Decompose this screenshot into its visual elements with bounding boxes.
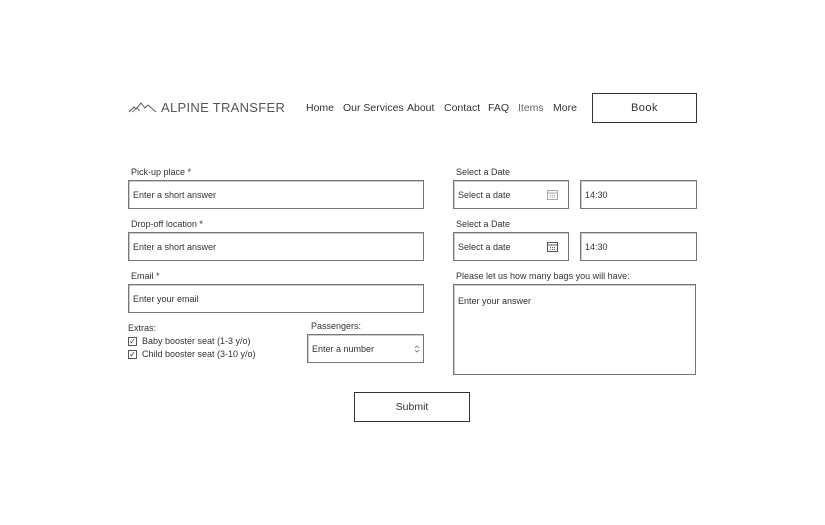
baby-seat-checkbox[interactable]: ✓ [128,337,137,346]
dropoff-label: Drop-off location * [131,219,203,229]
nav-faq[interactable]: FAQ [488,102,509,114]
passengers-label: Passengers: [311,321,362,331]
date1-placeholder: Select a date [458,189,511,200]
time1-input[interactable]: 14:30 [580,180,697,209]
nav-about[interactable]: About [407,102,434,114]
submit-button[interactable]: Submit [354,392,470,422]
stepper-arrows-icon[interactable] [414,344,420,354]
pickup-label: Pick-up place * [131,167,192,177]
dropoff-input[interactable]: Enter a short answer [128,232,424,261]
passengers-placeholder: Enter a number [312,343,375,354]
page: ALPINE TRANSFER Home Our Services About … [0,0,825,525]
time2-input[interactable]: 14:30 [580,232,697,261]
calendar-icon[interactable] [547,189,558,200]
extras-label: Extras: [128,323,157,333]
baby-seat-label[interactable]: Baby booster seat (1-3 y/o) [142,336,251,346]
book-button[interactable]: Book [592,93,697,123]
nav-home[interactable]: Home [306,102,334,114]
pickup-input[interactable]: Enter a short answer [128,180,424,209]
nav-contact[interactable]: Contact [444,102,480,114]
nav-more[interactable]: More [553,102,577,114]
mountain-logo-icon [128,102,157,113]
passengers-input[interactable]: Enter a number [307,334,424,363]
email-input[interactable]: Enter your email [128,284,424,313]
brand-name[interactable]: ALPINE TRANSFER [161,100,285,115]
email-label: Email * [131,271,160,281]
date1-label: Select a Date [456,167,511,177]
bags-label: Please let us how many bags you will hav… [456,271,630,281]
child-seat-label[interactable]: Child booster seat (3-10 y/o) [142,349,256,359]
nav-our-services[interactable]: Our Services [343,102,404,114]
date2-label: Select a Date [456,219,511,229]
calendar-icon[interactable] [547,241,558,252]
date1-input[interactable]: Select a date [453,180,569,209]
bags-textarea[interactable]: Enter your answer [453,284,696,375]
date2-input[interactable]: Select a date [453,232,569,261]
nav-items[interactable]: Items [518,102,544,114]
child-seat-checkbox[interactable]: ✓ [128,350,137,359]
date2-placeholder: Select a date [458,241,511,252]
